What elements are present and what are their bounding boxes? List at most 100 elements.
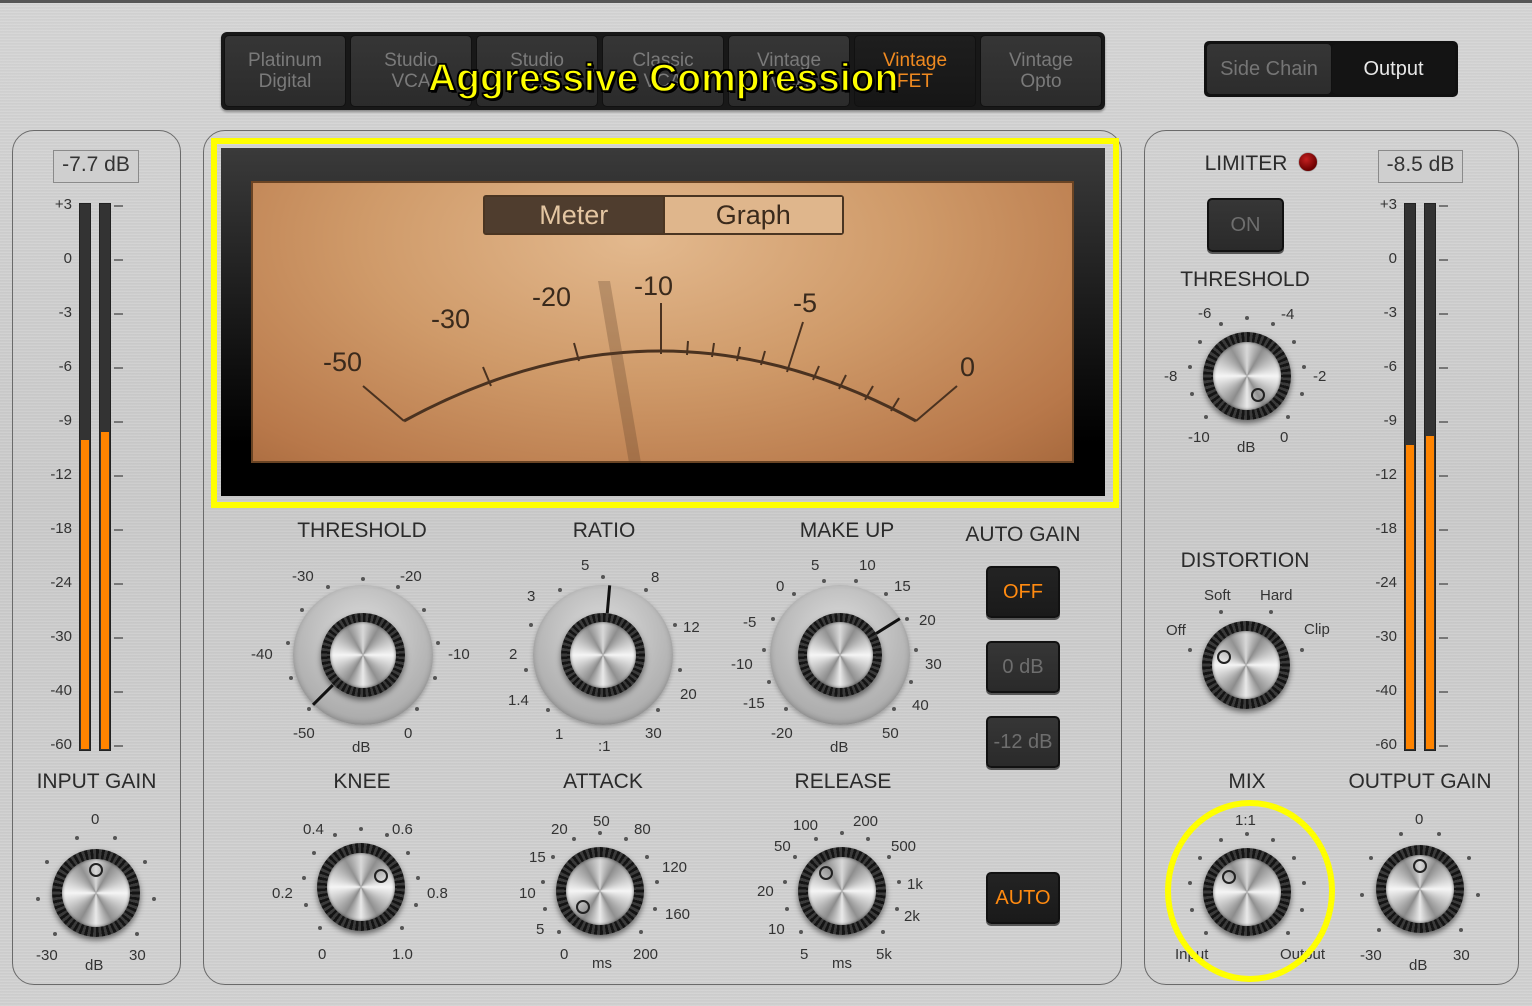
knob-scale-dot <box>891 706 896 711</box>
makeup-tick: 0 <box>776 578 785 595</box>
knob-scale-dot <box>798 930 803 934</box>
meter-scale-label: -30 <box>1375 628 1397 645</box>
threshold-tick: -30 <box>292 568 314 585</box>
threshold-tick: 0 <box>404 725 413 742</box>
attack-label: ATTACK <box>563 770 643 793</box>
knob-scale-dot <box>414 706 419 711</box>
meter-scale-label: -6 <box>58 358 72 375</box>
ratio-tick: 8 <box>651 569 660 586</box>
meter-scale-tick <box>1439 367 1448 369</box>
knob-cap <box>330 622 396 688</box>
model-tab-platinum-digital[interactable]: Platinum Digital <box>224 35 346 107</box>
meter-scale-tick <box>114 637 123 639</box>
meter-fill <box>81 439 89 749</box>
knob-scale-dot <box>881 930 885 934</box>
knob-scale-dot <box>1198 339 1203 344</box>
knob-scale-dot <box>886 854 891 859</box>
tab-output[interactable]: Output <box>1332 44 1455 94</box>
makeup-tick: 50 <box>882 725 899 742</box>
knob-scale-dot <box>299 608 304 613</box>
threshold-knob[interactable] <box>321 613 405 697</box>
knob-cap <box>1212 631 1280 699</box>
tab-side-chain[interactable]: Side Chain <box>1207 44 1331 94</box>
makeup-knob[interactable] <box>798 613 882 697</box>
distortion-label: DISTORTION <box>1180 549 1310 572</box>
attack-tick: 15 <box>529 849 546 866</box>
knob-scale-dot <box>556 930 561 934</box>
knee-tick: 0.4 <box>303 821 324 838</box>
makeup-tick: -5 <box>743 614 757 631</box>
meter-scale-label: -6 <box>1383 358 1397 375</box>
knob-scale-dot <box>771 616 776 621</box>
meter-scale-tick <box>1439 745 1448 747</box>
auto-release-button[interactable]: AUTO <box>986 872 1060 924</box>
knob-scale-dot <box>904 616 909 621</box>
knob-scale-dot <box>677 668 682 673</box>
knob-scale-dot <box>854 578 859 583</box>
knee-tick: 1.0 <box>392 946 413 963</box>
ratio-knob[interactable] <box>561 613 645 697</box>
release-knob[interactable] <box>798 847 886 935</box>
meter-scale-tick <box>114 691 123 693</box>
knob-scale-dot <box>1218 322 1223 327</box>
input-gain-tick-min: -30 <box>36 947 58 964</box>
input-meter-right <box>99 203 111 751</box>
meter-scale-label: -3 <box>58 304 72 321</box>
attack-tick: 160 <box>665 906 691 923</box>
ratio-tick: 1.4 <box>508 692 529 709</box>
knob-scale-dot <box>1300 647 1305 652</box>
release-tick: 5k <box>876 946 892 963</box>
knob-scale-dot <box>762 647 767 652</box>
knob-scale-dot <box>307 706 312 711</box>
meter-scale-tick <box>114 529 123 531</box>
meter-fill <box>1426 435 1434 749</box>
knob-scale-dot <box>571 837 576 842</box>
window-top-border <box>0 0 1532 3</box>
meter-scale-label: -24 <box>50 574 72 591</box>
meter-scale-label: 0 <box>1388 250 1397 267</box>
threshold-tick: -50 <box>293 725 315 742</box>
knob-scale-dot <box>644 854 649 859</box>
meter-scale-tick <box>114 259 123 261</box>
makeup-tick: -20 <box>771 725 793 742</box>
makeup-unit: dB <box>830 739 849 756</box>
knob-scale-dot <box>639 930 643 934</box>
auto-gain-off-button[interactable]: OFF <box>986 566 1060 618</box>
threshold-tick: -20 <box>400 568 422 585</box>
knob-cap <box>327 853 395 921</box>
model-tab-vintage-opto[interactable]: Vintage Opto <box>980 35 1102 107</box>
release-tick: 2k <box>904 908 920 925</box>
meter-scale-label: -12 <box>50 466 72 483</box>
ratio-label: RATIO <box>572 519 636 542</box>
limiter-threshold-tick: -2 <box>1313 368 1327 385</box>
meter-scale-tick <box>114 205 123 207</box>
meter-scale-tick <box>114 583 123 585</box>
distortion-knob[interactable] <box>1202 621 1290 709</box>
ratio-tick: 12 <box>683 619 700 636</box>
makeup-tick: 15 <box>894 578 911 595</box>
knee-knob[interactable] <box>317 843 405 931</box>
knee-tick: 0.8 <box>427 885 448 902</box>
threshold-tick: -10 <box>448 646 470 663</box>
knob-scale-dot <box>784 906 789 911</box>
tab-line2: Opto <box>1020 71 1062 92</box>
meter-scale-label: -40 <box>50 682 72 699</box>
threshold-tick: -40 <box>251 646 273 663</box>
limiter-threshold-knob[interactable] <box>1203 332 1291 420</box>
knob-scale-dot <box>909 679 914 684</box>
knob-scale-dot <box>400 926 404 930</box>
auto-gain-minus12db-button[interactable]: -12 dB <box>986 716 1060 768</box>
knob-scale-dot <box>1203 415 1208 419</box>
meter-scale-tick <box>114 367 123 369</box>
knob-indicator <box>576 899 591 914</box>
attack-knob[interactable] <box>556 847 644 935</box>
release-tick: 500 <box>891 838 917 855</box>
release-tick: 10 <box>768 921 785 938</box>
auto-gain-0db-button[interactable]: 0 dB <box>986 641 1060 693</box>
release-tick: 5 <box>800 946 809 963</box>
limiter-on-button[interactable]: ON <box>1207 198 1284 252</box>
release-tick: 200 <box>853 813 879 830</box>
output-gain-label: OUTPUT GAIN <box>1348 770 1492 793</box>
knob-scale-dot <box>540 879 545 884</box>
tab-line1: Platinum <box>248 50 322 71</box>
